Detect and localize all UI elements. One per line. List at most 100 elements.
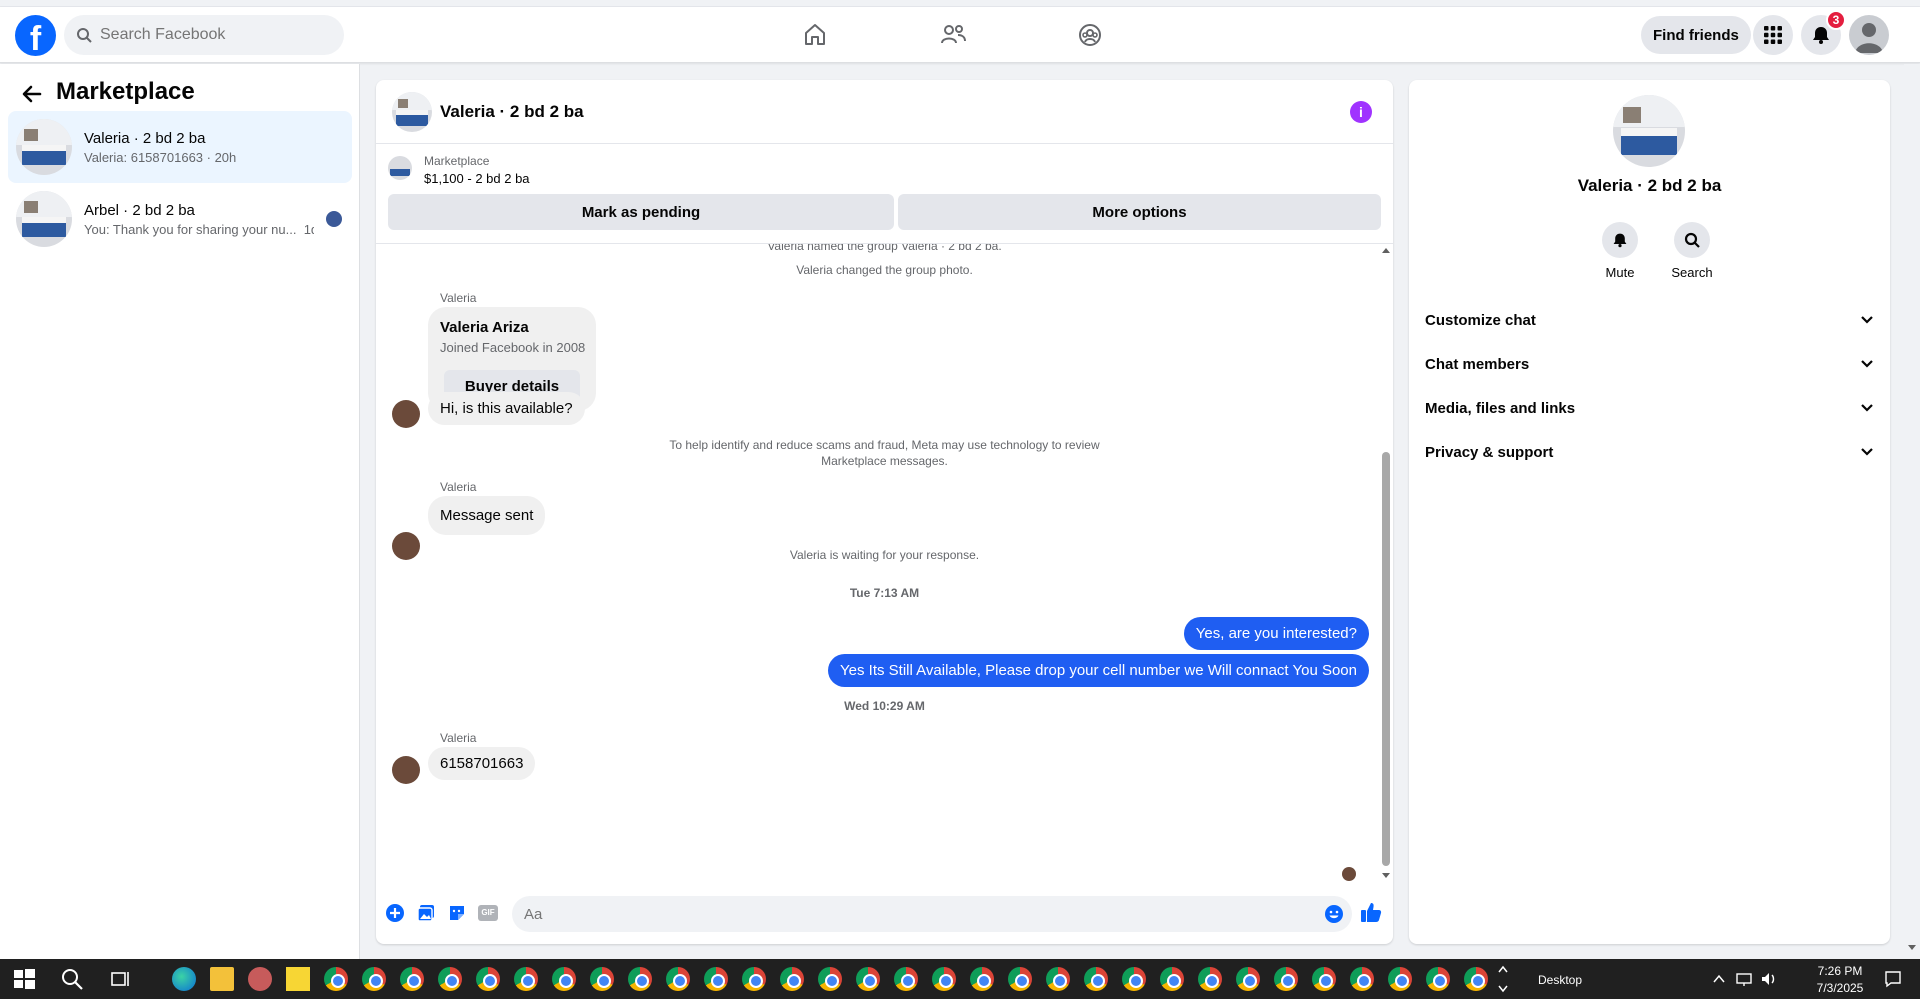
outgoing-message[interactable]: Yes Its Still Available, Please drop you… <box>828 654 1369 687</box>
chrome-icon[interactable] <box>1388 967 1412 991</box>
scroll-thumb[interactable] <box>1382 452 1390 866</box>
desktop-toolbar-label[interactable]: Desktop <box>1538 973 1582 987</box>
chrome-icon[interactable] <box>1046 967 1070 991</box>
search-bar[interactable] <box>64 15 344 55</box>
file-explorer-icon[interactable] <box>210 967 234 991</box>
plus-circle-icon[interactable] <box>384 902 406 924</box>
chrome-icon[interactable] <box>628 967 652 991</box>
taskbar-scroll-icon[interactable] <box>1498 963 1508 995</box>
scroll-down-icon[interactable] <box>1381 872 1391 880</box>
chat-photo[interactable] <box>1613 95 1685 167</box>
chrome-icon[interactable] <box>970 967 994 991</box>
message-scrollbar[interactable] <box>1378 244 1392 884</box>
chrome-icon[interactable] <box>818 967 842 991</box>
mark-as-pending-button[interactable]: Mark as pending <box>388 194 894 230</box>
sticky-notes-icon[interactable] <box>286 967 310 991</box>
taskbar-search-icon[interactable] <box>60 967 84 991</box>
chrome-icon[interactable] <box>742 967 766 991</box>
message-input[interactable] <box>524 905 1304 923</box>
paint-app-icon[interactable] <box>248 967 272 991</box>
mute-action[interactable]: Mute <box>1590 222 1650 280</box>
page-scrollbar[interactable] <box>1904 64 1920 960</box>
search-action[interactable]: Search <box>1662 222 1722 280</box>
chrome-icon[interactable] <box>1122 967 1146 991</box>
chrome-icon[interactable] <box>1350 967 1374 991</box>
browser-top-strip <box>0 0 1920 7</box>
chrome-icon[interactable] <box>704 967 728 991</box>
chat-title[interactable]: Valeria · 2 bd 2 ba <box>440 102 584 122</box>
customize-chat-row[interactable]: Customize chat <box>1425 302 1874 338</box>
chrome-icon[interactable] <box>1426 967 1450 991</box>
chrome-icon[interactable] <box>780 967 804 991</box>
listing-price[interactable]: $1,100 - 2 bd 2 ba <box>424 171 530 186</box>
volume-icon[interactable] <box>1760 971 1778 987</box>
sender-name: Valeria <box>440 291 477 305</box>
chrome-icon[interactable] <box>590 967 614 991</box>
friends-icon[interactable] <box>933 17 973 53</box>
home-icon[interactable] <box>795 17 835 53</box>
info-icon[interactable]: i <box>1350 101 1372 123</box>
chrome-icon[interactable] <box>1084 967 1108 991</box>
sender-avatar[interactable] <box>392 400 420 428</box>
media-files-links-row[interactable]: Media, files and links <box>1425 390 1874 426</box>
chrome-icon[interactable] <box>932 967 956 991</box>
chrome-icon[interactable] <box>1236 967 1260 991</box>
incoming-message[interactable]: 6158701663 <box>428 747 536 780</box>
bell-icon[interactable] <box>1602 222 1638 258</box>
emoji-icon[interactable] <box>1324 904 1344 924</box>
photo-icon[interactable] <box>415 902 437 924</box>
listing-banner: Marketplace $1,100 - 2 bd 2 ba Mark as p… <box>376 144 1393 244</box>
chat-members-row[interactable]: Chat members <box>1425 346 1874 382</box>
incoming-message[interactable]: Message sent <box>428 496 546 535</box>
chrome-icon[interactable] <box>362 967 386 991</box>
outgoing-message[interactable]: Yes, are you interested? <box>1183 617 1369 650</box>
groups-icon[interactable] <box>1070 17 1110 53</box>
chrome-icon[interactable] <box>514 967 538 991</box>
chrome-icon[interactable] <box>552 967 576 991</box>
chrome-icon[interactable] <box>666 967 690 991</box>
privacy-support-row[interactable]: Privacy & support <box>1425 434 1874 470</box>
chrome-icon[interactable] <box>1312 967 1336 991</box>
chrome-icon[interactable] <box>400 967 424 991</box>
back-arrow-icon[interactable] <box>18 80 46 108</box>
network-icon[interactable] <box>1736 971 1752 987</box>
windows-start-icon[interactable] <box>12 967 36 991</box>
task-view-icon[interactable] <box>108 967 132 991</box>
find-friends-button[interactable]: Find friends <box>1641 16 1751 54</box>
gif-icon[interactable]: GIF <box>477 902 499 924</box>
search-icon <box>77 28 92 43</box>
chrome-icon[interactable] <box>324 967 348 991</box>
tray-overflow-icon[interactable] <box>1712 973 1726 985</box>
clock-date[interactable]: 7/3/2025 <box>1812 981 1868 995</box>
chrome-icon[interactable] <box>1198 967 1222 991</box>
scroll-up-icon[interactable] <box>1381 246 1391 254</box>
scroll-down-icon[interactable] <box>1908 944 1916 952</box>
message-input-wrapper[interactable] <box>512 896 1352 932</box>
chrome-icon[interactable] <box>894 967 918 991</box>
search-icon[interactable] <box>1674 222 1710 258</box>
facebook-logo-icon[interactable]: f <box>15 15 56 56</box>
clock-time[interactable]: 7:26 PM <box>1812 964 1868 978</box>
notification-center-icon[interactable] <box>1884 970 1902 988</box>
chrome-icon[interactable] <box>856 967 880 991</box>
incoming-message[interactable]: Hi, is this available? <box>428 392 585 425</box>
thumbs-up-icon[interactable] <box>1359 900 1383 924</box>
chrome-icon[interactable] <box>438 967 462 991</box>
profile-avatar[interactable] <box>1849 15 1889 55</box>
menu-grid-icon[interactable] <box>1753 15 1793 55</box>
listing-thumbnail-small[interactable] <box>388 156 412 180</box>
message-list[interactable]: Valeria named the group Valeria · 2 bd 2… <box>376 244 1393 884</box>
chrome-icon[interactable] <box>476 967 500 991</box>
conversation-item-arbel[interactable]: Arbel · 2 bd 2 ba You: Thank you for sha… <box>8 183 352 255</box>
more-options-button[interactable]: More options <box>898 194 1381 230</box>
chrome-icon[interactable] <box>1160 967 1184 991</box>
chrome-icon[interactable] <box>1464 967 1488 991</box>
chat-thumbnail[interactable] <box>392 92 432 132</box>
chrome-icon[interactable] <box>1274 967 1298 991</box>
sender-avatar[interactable] <box>392 756 420 784</box>
chrome-icon[interactable] <box>1008 967 1032 991</box>
search-input[interactable] <box>100 26 320 44</box>
conversation-item-valeria[interactable]: Valeria · 2 bd 2 ba Valeria: 6158701663 … <box>8 111 352 183</box>
sticker-icon[interactable] <box>446 902 468 924</box>
edge-browser-icon[interactable] <box>172 967 196 991</box>
